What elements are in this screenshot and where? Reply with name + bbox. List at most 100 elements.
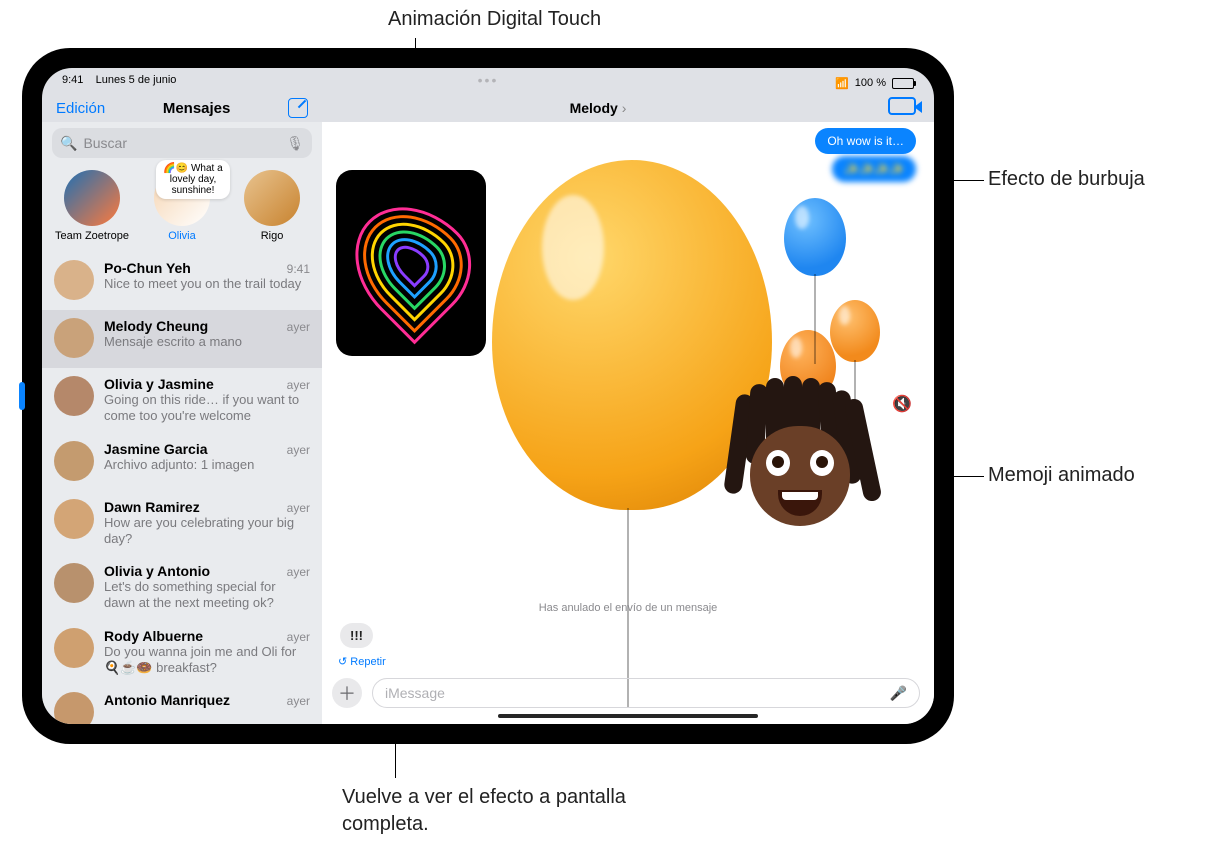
conversation-preview: Let's do something special for dawn at t…: [104, 579, 310, 612]
conversation-name: Rody Albuerne: [104, 628, 203, 644]
conversation-time: ayer: [287, 694, 310, 708]
dictate-icon[interactable]: 🎤: [890, 685, 907, 702]
conversation-preview: Archivo adjunto: 1 imagen: [104, 457, 310, 473]
avatar: [54, 441, 94, 481]
memoji-mouth: [778, 490, 822, 516]
ipad-frame: 9:41 Lunes 5 de junio 📶 100 % Edición Me…: [22, 48, 954, 744]
system-message: Has anulado el envío de un mensaje: [322, 602, 934, 614]
conversation-row[interactable]: Dawn Ramirez ayer How are you celebratin…: [42, 491, 322, 556]
memoji-face: [750, 426, 850, 526]
avatar: [54, 260, 94, 300]
digital-touch-message[interactable]: [336, 170, 486, 356]
conversation-row[interactable]: Melody Cheung ayer Mensaje escrito a man…: [42, 310, 322, 368]
conversation-time: ayer: [287, 630, 310, 644]
messages-title: Mensajes: [163, 100, 231, 117]
mute-icon[interactable]: 🔇: [892, 394, 912, 414]
conversation-time: ayer: [287, 378, 310, 392]
conversation-name: Antonio Manriquez: [104, 692, 230, 708]
received-bubble[interactable]: !!!: [340, 623, 373, 648]
avatar: [64, 170, 120, 226]
multitask-dots-icon[interactable]: •••: [476, 72, 500, 88]
pinned-contact-team-zoetrope[interactable]: Team Zoetrope: [52, 170, 132, 242]
conversation-row[interactable]: Po-Chun Yeh 9:41 Nice to meet you on the…: [42, 252, 322, 310]
conversation-name: Olivia y Antonio: [104, 563, 210, 579]
sent-bubble[interactable]: Oh wow is it…: [815, 128, 916, 154]
conversation-body: Olivia y Antonio ayer Let's do something…: [104, 563, 310, 612]
conversation-body: Antonio Manriquez ayer: [104, 692, 310, 724]
conversation-preview: Nice to meet you on the trail today: [104, 276, 310, 292]
conversation-time: ayer: [287, 501, 310, 515]
conversation-name: Jasmine Garcia: [104, 441, 208, 457]
nav-bar: Edición Mensajes Melody ›: [42, 94, 934, 122]
conversation-row[interactable]: Olivia y Jasmine ayer Going on this ride…: [42, 368, 322, 433]
callout-replay: Vuelve a ver el efecto a pantalla comple…: [342, 784, 642, 838]
balloon-string-icon: [814, 274, 816, 364]
avatar: [54, 692, 94, 724]
conversation-body: Melody Cheung ayer Mensaje escrito a man…: [104, 318, 310, 360]
avatar: [54, 376, 94, 416]
pinned-contact-olivia[interactable]: 🌈😊 What a lovely day, sunshine! Olivia: [142, 170, 222, 242]
conversation-preview: Mensaje escrito a mano: [104, 334, 310, 350]
status-date: Lunes 5 de junio: [96, 74, 177, 86]
conversation-list: Po-Chun Yeh 9:41 Nice to meet you on the…: [42, 252, 322, 724]
edit-button[interactable]: Edición: [56, 100, 105, 117]
pinned-label: Rigo: [232, 230, 312, 242]
animated-memoji[interactable]: [726, 386, 874, 534]
conversation-row[interactable]: Antonio Manriquez ayer: [42, 684, 322, 724]
search-input[interactable]: 🔍 Buscar 🎙: [52, 128, 312, 158]
nav-left: Edición Mensajes: [42, 98, 322, 118]
battery-icon: [892, 78, 914, 89]
apps-plus-button[interactable]: ＋: [332, 678, 362, 708]
conversation-preview: Do you wanna join me and Oli for 🍳☕️🍩 br…: [104, 644, 310, 677]
conversation-time: ayer: [287, 443, 310, 457]
compose-icon[interactable]: [288, 98, 308, 118]
conversation-preview: How are you celebrating your big day?: [104, 515, 310, 548]
status-time: 9:41: [62, 74, 83, 86]
sidebar: 🔍 Buscar 🎙 Team Zoetrope 🌈😊 What a lovel…: [42, 122, 322, 724]
sent-bubble-invisible-ink[interactable]: ✨✨✨✨: [832, 156, 916, 182]
conversation-preview: Going on this ride… if you want to come …: [104, 392, 310, 425]
heart-sketch-icon: [356, 203, 466, 323]
avatar: [54, 628, 94, 668]
conversation-time: 9:41: [287, 262, 310, 276]
conversation-time: ayer: [287, 320, 310, 334]
ipad-screen: 9:41 Lunes 5 de junio 📶 100 % Edición Me…: [42, 68, 934, 724]
search-icon: 🔍: [60, 135, 77, 152]
facetime-icon[interactable]: [888, 97, 916, 115]
message-input[interactable]: iMessage 🎤: [372, 678, 920, 708]
conversation-time: ayer: [287, 565, 310, 579]
conversation-row[interactable]: Olivia y Antonio ayer Let's do something…: [42, 555, 322, 620]
home-indicator[interactable]: [498, 714, 758, 718]
pinned-contact-rigo[interactable]: Rigo: [232, 170, 312, 242]
pinned-preview: 🌈😊 What a lovely day, sunshine!: [156, 160, 230, 199]
pinned-label: Olivia: [142, 230, 222, 242]
conversation-body: Po-Chun Yeh 9:41 Nice to meet you on the…: [104, 260, 310, 302]
conversation-row[interactable]: Jasmine Garcia ayer Archivo adjunto: 1 i…: [42, 433, 322, 491]
balloon-icon: [784, 198, 846, 276]
search-placeholder: Buscar: [83, 135, 127, 151]
conversation-name: Po-Chun Yeh: [104, 260, 191, 276]
status-right: 📶 100 %: [835, 74, 914, 92]
callout-memoji: Memoji animado: [988, 464, 1135, 487]
pinned-row: Team Zoetrope 🌈😊 What a lovely day, suns…: [42, 166, 322, 252]
memoji-eye: [766, 450, 790, 476]
conversation-body: Jasmine Garcia ayer Archivo adjunto: 1 i…: [104, 441, 310, 483]
conversation-name: Olivia y Jasmine: [104, 376, 214, 392]
chat-area: Oh wow is it… ✨✨✨✨: [322, 122, 934, 724]
conversation-row[interactable]: Rody Albuerne ayer Do you wanna join me …: [42, 620, 322, 685]
avatar: [54, 318, 94, 358]
side-button-indicator: [19, 382, 25, 410]
conversation-name: Dawn Ramirez: [104, 499, 200, 515]
memoji-eye: [810, 450, 834, 476]
dictate-icon[interactable]: 🎙: [286, 135, 304, 152]
compose-row: ＋ iMessage 🎤: [332, 678, 920, 708]
battery-percent: 100 %: [855, 77, 886, 89]
avatar: [54, 499, 94, 539]
chat-title[interactable]: Melody ›: [322, 100, 874, 116]
replay-effect-button[interactable]: ↺ Repetir: [338, 655, 386, 668]
pinned-label: Team Zoetrope: [52, 230, 132, 242]
chevron-right-icon: ›: [622, 100, 627, 116]
status-left: 9:41 Lunes 5 de junio: [62, 74, 176, 92]
conversation-body: Olivia y Jasmine ayer Going on this ride…: [104, 376, 310, 425]
callout-bubble-effect: Efecto de burbuja: [988, 168, 1145, 191]
